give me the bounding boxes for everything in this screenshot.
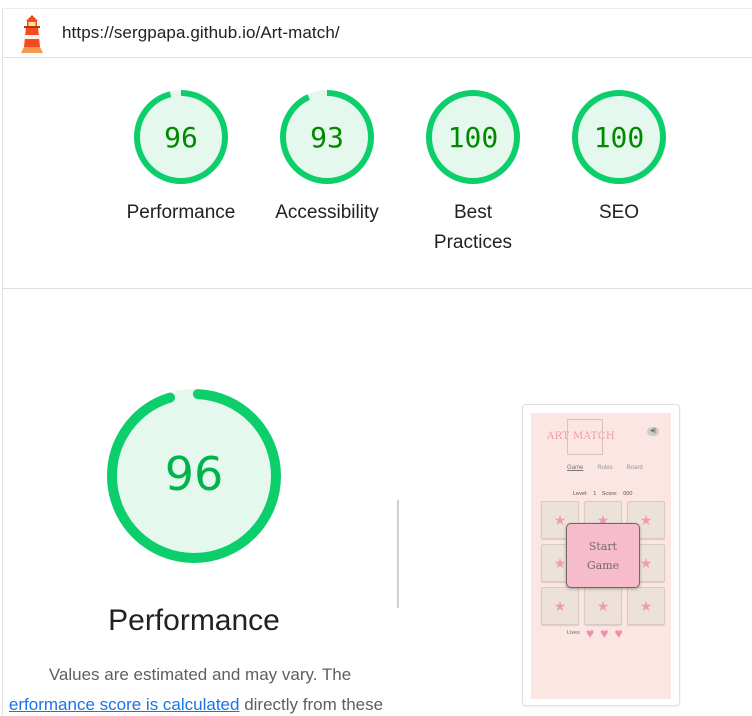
gauge-accessibility[interactable]: 93 Accessibility <box>254 88 400 258</box>
performance-gauge-ring: 96 <box>107 389 281 563</box>
gauge-ring: 93 <box>280 90 374 184</box>
card-cell: ★ <box>541 587 579 625</box>
gauge-performance[interactable]: 96 Performance <box>108 88 254 258</box>
gauge-ring: 96 <box>134 90 228 184</box>
performance-description: Values are estimated and may vary. The e… <box>0 660 400 716</box>
performance-gauge: 96 <box>104 386 284 571</box>
gauge-label: Accessibility <box>275 202 379 223</box>
performance-title: Performance <box>108 604 280 637</box>
vertical-divider <box>397 500 399 608</box>
lives-label: Lives <box>567 630 580 636</box>
gauge-score: 100 <box>448 121 499 154</box>
gauge-score: 93 <box>310 121 344 154</box>
gauge-seo[interactable]: 100 SEO <box>546 88 692 258</box>
lighthouse-report: https://sergpapa.github.io/Art-match/ 96… <box>0 0 752 716</box>
report-header: https://sergpapa.github.io/Art-match/ <box>2 8 752 58</box>
description-line: Values are estimated and may vary. The <box>48 665 352 684</box>
gauge-label: Performance <box>126 202 236 223</box>
heart-icon: ♥ <box>614 625 623 641</box>
gauge-ring: 100 <box>572 90 666 184</box>
card-cell: ★ <box>627 587 665 625</box>
screenshot-image: ART MATCH ◀) Game Rules Board Level: 1 Sco… <box>531 413 671 699</box>
nav-item: Board <box>626 465 643 471</box>
nav-item: Game <box>567 465 584 471</box>
heart-icon: ♥ <box>585 625 595 641</box>
section-divider <box>2 288 752 289</box>
gauge-score: 96 <box>164 121 198 154</box>
start-game-button: Start Game <box>566 523 640 588</box>
sound-toggle-icon: ◀) <box>647 427 659 436</box>
description-line: directly from these <box>239 695 384 714</box>
gauge-label: SEO <box>598 202 640 223</box>
game-nav: Game Rules Board <box>567 465 643 471</box>
nav-item: Rules <box>597 465 613 471</box>
score-calculation-link[interactable]: erformance score is calculated <box>9 695 240 714</box>
lives-row: Lives ♥ ♥ ♥ <box>567 625 623 641</box>
gauge-label: Best Practices <box>433 202 513 253</box>
card-cell: ★ <box>584 587 622 625</box>
game-stats: Level: 1 Score: 000 <box>573 491 633 497</box>
heart-icon: ♥ <box>600 625 609 641</box>
performance-score: 96 <box>165 447 224 501</box>
final-screenshot[interactable]: ART MATCH ◀) Game Rules Board Level: 1 Sco… <box>522 404 680 706</box>
lighthouse-icon <box>21 15 43 53</box>
art-match-logo: ART MATCH <box>547 431 615 442</box>
category-gauges: 96 Performance 93 Accessibility 100 Best Prac… <box>108 88 692 258</box>
gauge-ring: 100 <box>426 90 520 184</box>
gauge-score: 100 <box>594 121 645 154</box>
gauge-best-practices[interactable]: 100 Best Practices <box>400 88 546 258</box>
page-url[interactable]: https://sergpapa.github.io/Art-match/ <box>62 23 340 43</box>
